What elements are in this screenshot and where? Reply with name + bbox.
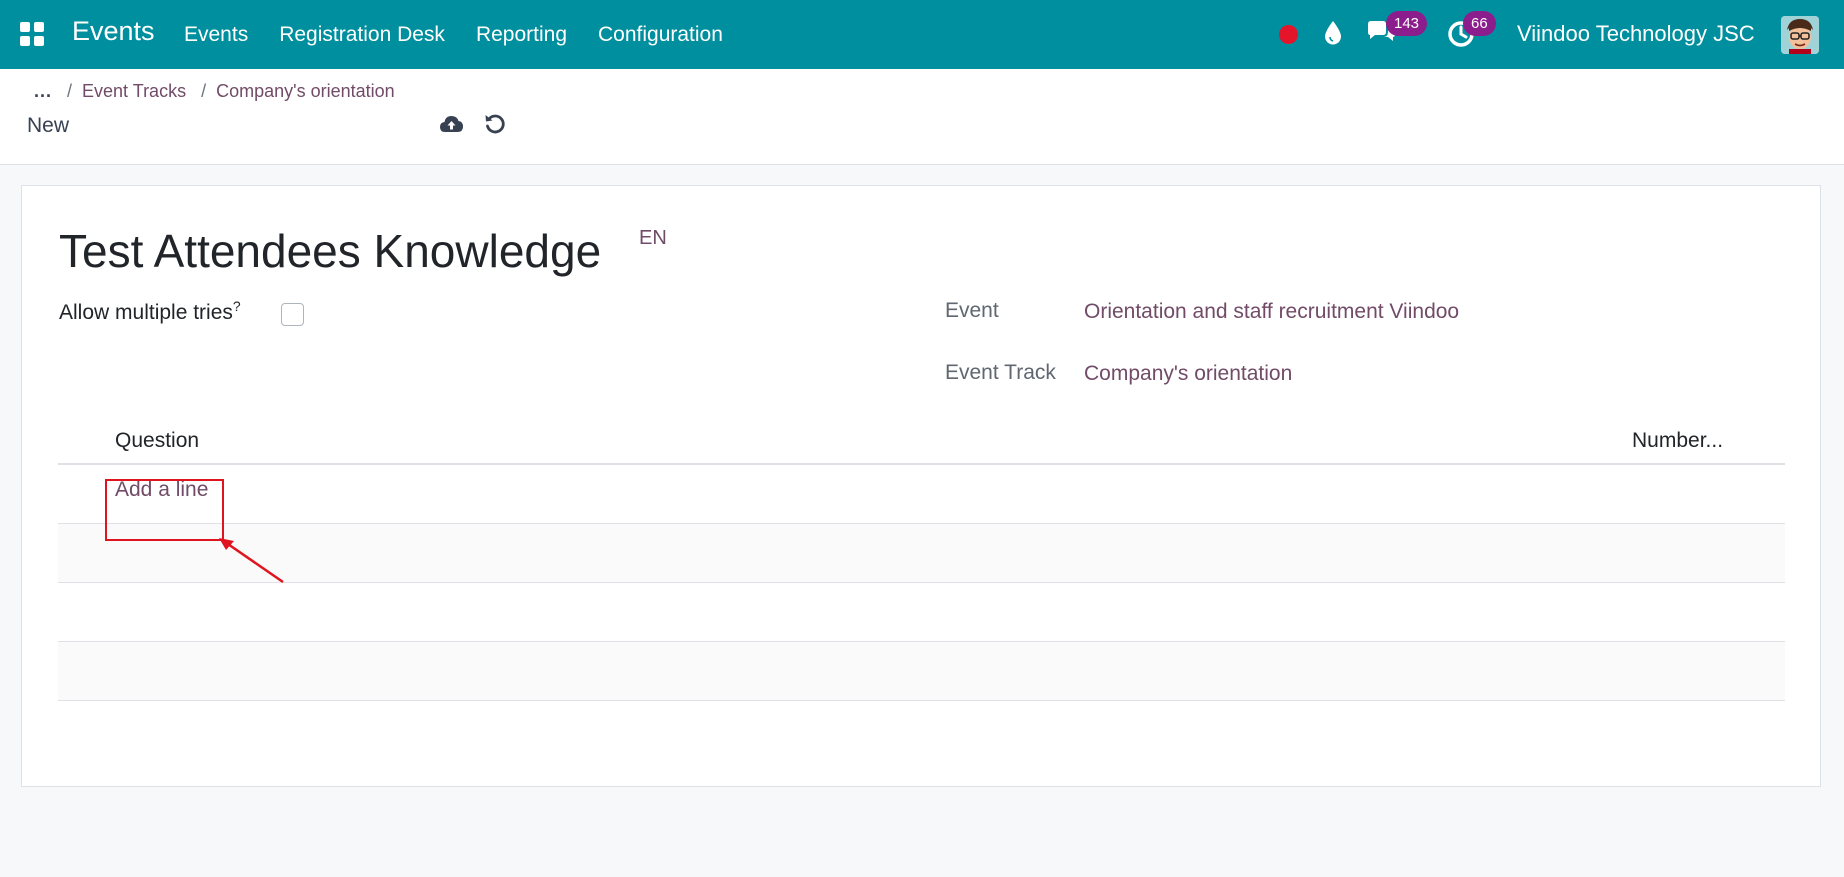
breadcrumb: ... / Event Tracks / Company's orientati… [34, 81, 395, 102]
form-sheet: Test Attendees Knowledge EN Allow multip… [21, 185, 1821, 787]
top-navbar: Events Events Registration Desk Reportin… [0, 0, 1844, 69]
event-track-label: Event Track [945, 361, 1056, 384]
avatar[interactable] [1781, 16, 1819, 54]
messages-count-badge: 143 [1386, 11, 1428, 36]
drop-icon[interactable] [1322, 20, 1344, 46]
company-switcher[interactable]: Viindoo Technology JSC [1517, 21, 1755, 47]
menu-item-events[interactable]: Events [184, 23, 248, 47]
apps-menu-icon[interactable] [20, 22, 44, 46]
record-status: New [27, 114, 70, 137]
allow-multiple-tries-checkbox[interactable] [281, 303, 304, 326]
allow-multiple-tries-text: Allow multiple tries [59, 301, 233, 324]
table-row [58, 583, 1785, 642]
questions-table-header: Question Number... [58, 418, 1785, 465]
app-title[interactable]: Events [72, 16, 155, 47]
menu-item-reporting[interactable]: Reporting [476, 23, 567, 47]
column-header-question[interactable]: Question [115, 429, 199, 453]
event-label: Event [945, 299, 999, 322]
breadcrumb-more-button[interactable]: ... [34, 81, 52, 102]
discard-icon[interactable] [484, 113, 506, 135]
main-menu: Events Registration Desk Reporting Confi… [184, 0, 754, 69]
breadcrumb-event-tracks[interactable]: Event Tracks [82, 81, 186, 102]
breadcrumb-separator: / [67, 81, 73, 101]
table-row [58, 642, 1785, 701]
allow-multiple-tries-label: Allow multiple tries? [59, 298, 241, 325]
highlight-annotation-box [105, 479, 224, 541]
table-row [58, 524, 1785, 583]
annotation-arrow-icon [219, 538, 284, 584]
recording-indicator-icon[interactable] [1279, 25, 1298, 44]
breadcrumb-separator: / [201, 81, 207, 101]
record-title[interactable]: Test Attendees Knowledge [59, 224, 601, 278]
table-row: Add a line [58, 465, 1785, 524]
menu-item-configuration[interactable]: Configuration [598, 23, 723, 47]
help-tooltip-icon[interactable]: ? [233, 298, 241, 314]
save-icon[interactable] [439, 113, 464, 135]
breadcrumb-current-track[interactable]: Company's orientation [216, 81, 395, 102]
column-header-number[interactable]: Number... [1632, 429, 1723, 453]
language-button[interactable]: EN [639, 227, 667, 250]
activities-count-badge: 66 [1463, 11, 1496, 36]
control-panel: ... / Event Tracks / Company's orientati… [0, 69, 1844, 165]
menu-item-registration-desk[interactable]: Registration Desk [279, 23, 445, 47]
event-track-field[interactable]: Company's orientation [1084, 362, 1292, 386]
event-field[interactable]: Orientation and staff recruitment Viindo… [1084, 300, 1459, 324]
